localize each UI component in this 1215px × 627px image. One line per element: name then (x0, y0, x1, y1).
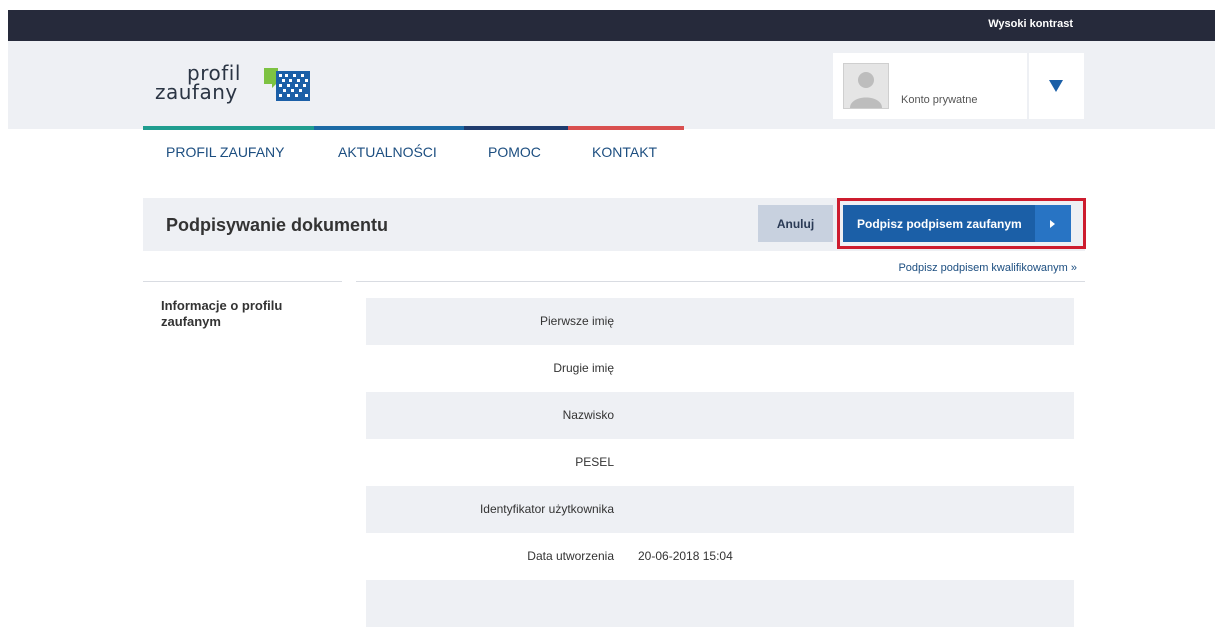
row-label: Drugie imię (553, 361, 614, 375)
divider (143, 281, 342, 282)
table-row: Drugie imię (366, 345, 1074, 392)
main-nav: PROFIL ZAUFANY AKTUALNOŚCI POMOC KONTAKT (143, 130, 684, 175)
sign-qualified-link[interactable]: Podpisz podpisem kwalifikowanym » (898, 262, 1077, 274)
table-row: Nazwisko (366, 392, 1074, 439)
section-title: Informacje o profilu zaufanym (161, 298, 283, 329)
page-title: Podpisywanie dokumentu (166, 215, 389, 235)
row-label: Nazwisko (562, 408, 614, 422)
table-row: Pierwsze imię (366, 298, 1074, 345)
sign-trusted-profile-button[interactable]: Podpisz podpisem zaufanym (843, 205, 1071, 242)
sign-button-label: Podpisz podpisem zaufanym (857, 217, 1022, 231)
triangle-down-icon (1049, 80, 1063, 92)
table-row: Identyfikator użytkownika (366, 486, 1074, 533)
table-row (366, 580, 1074, 627)
nav-item-pomoc[interactable]: POMOC (488, 144, 541, 160)
cancel-button[interactable]: Anuluj (758, 205, 833, 242)
account-box[interactable]: Konto prywatne (833, 53, 1027, 119)
row-label: Pierwsze imię (539, 314, 614, 328)
table-row: Data utworzenia 20-06-2018 15:04 (366, 533, 1074, 580)
account-type-label: Konto prywatne (901, 94, 978, 106)
account-dropdown-button[interactable] (1029, 53, 1084, 119)
logo-mark-icon (264, 68, 310, 101)
logo[interactable]: profil zaufany (155, 58, 320, 113)
row-label: PESEL (575, 455, 614, 469)
avatar (843, 63, 889, 109)
nav-item-aktualnosci[interactable]: AKTUALNOŚCI (338, 144, 437, 160)
divider (356, 281, 1085, 282)
profile-info-table: Pierwsze imię Drugie imię Nazwisko PESEL… (366, 298, 1074, 627)
row-value: 20-06-2018 15:04 (638, 549, 733, 563)
nav-item-kontakt[interactable]: KONTAKT (592, 144, 657, 160)
user-icon (850, 72, 882, 108)
row-label: Data utworzenia (527, 549, 614, 563)
table-row: PESEL (366, 439, 1074, 486)
nav-item-profil-zaufany[interactable]: PROFIL ZAUFANY (166, 144, 285, 160)
top-bar: Wysoki kontrast (8, 10, 1215, 41)
arrow-right-icon (1035, 205, 1071, 242)
row-label: Identyfikator użytkownika (479, 502, 614, 516)
high-contrast-toggle[interactable]: Wysoki kontrast (988, 18, 1073, 30)
logo-text-zaufany: zaufany (155, 80, 238, 104)
